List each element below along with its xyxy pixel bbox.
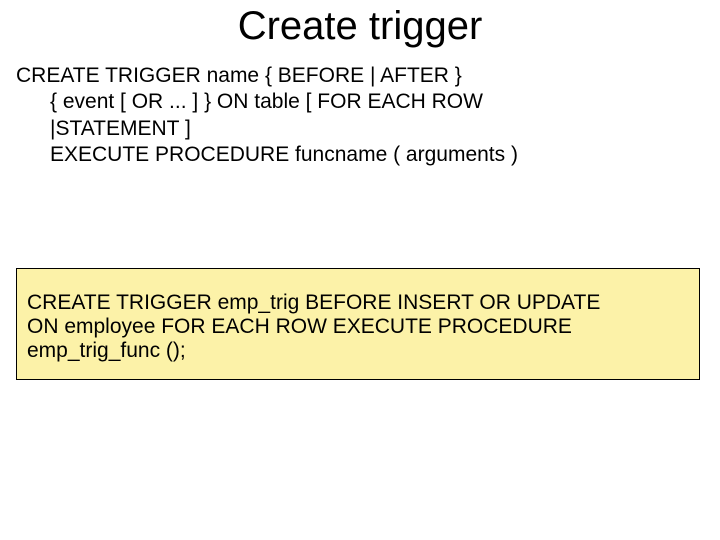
syntax-line-1: CREATE TRIGGER name { BEFORE | AFTER } [16, 64, 462, 87]
syntax-line-2: { event [ OR ... ] } ON table [ FOR EACH… [16, 89, 704, 115]
syntax-line-4: EXECUTE PROCEDURE funcname ( arguments ) [16, 142, 704, 168]
slide: Create trigger CREATE TRIGGER name { BEF… [0, 0, 720, 540]
slide-title: Create trigger [0, 0, 720, 49]
syntax-block: CREATE TRIGGER name { BEFORE | AFTER } {… [16, 63, 704, 168]
example-line-3: emp_trig_func (); [27, 339, 186, 362]
example-line-2: ON employee FOR EACH ROW EXECUTE PROCEDU… [27, 315, 572, 338]
example-line-1: CREATE TRIGGER emp_trig BEFORE INSERT OR… [27, 291, 600, 314]
syntax-line-3: |STATEMENT ] [16, 116, 704, 142]
example-code: CREATE TRIGGER emp_trig BEFORE INSERT OR… [27, 291, 689, 363]
example-box: CREATE TRIGGER emp_trig BEFORE INSERT OR… [16, 268, 700, 380]
